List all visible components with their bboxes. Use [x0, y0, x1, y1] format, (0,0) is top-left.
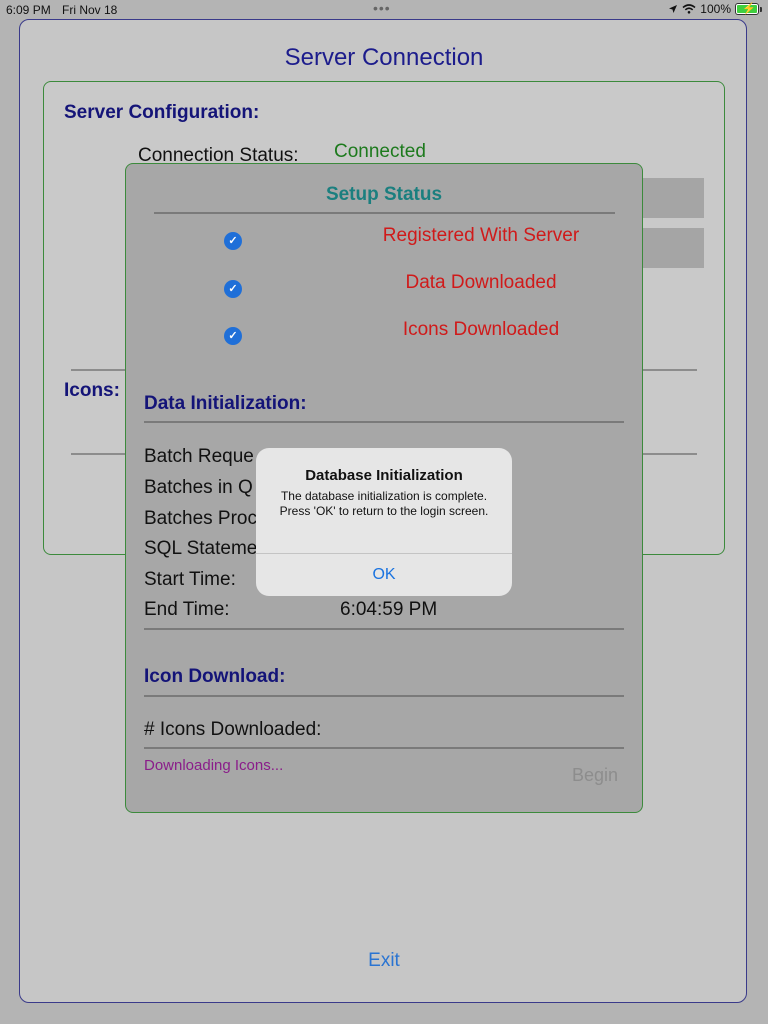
ok-button[interactable]: OK	[256, 554, 512, 596]
page-title: Server Connection	[284, 44, 484, 71]
setup-status-title: Setup Status	[325, 184, 443, 205]
downloading-status: Downloading Icons...	[144, 757, 284, 774]
batches-in-queue-label: Batches in Q	[144, 477, 253, 498]
status-date: Fri Nov 18	[62, 3, 118, 17]
config-field-2[interactable]	[642, 228, 704, 268]
end-time-value: 6:04:59 PM	[340, 599, 438, 620]
icons-section-label: Icons:	[64, 380, 120, 401]
checkmark-circle-icon: ✓	[224, 280, 242, 298]
divider	[144, 695, 624, 697]
divider	[144, 421, 624, 423]
status-data-downloaded: Data Downloaded	[405, 272, 557, 293]
multitasking-dots-icon[interactable]: •••	[373, 0, 391, 16]
battery-percent: 100%	[700, 2, 731, 16]
location-arrow-icon	[669, 5, 678, 13]
checkmark-circle-icon: ✓	[224, 327, 242, 345]
connection-status-value: Connected	[334, 141, 426, 162]
start-time-label: Start Time:	[144, 569, 236, 590]
end-time-label: End Time:	[144, 599, 230, 620]
divider	[154, 212, 615, 214]
status-right-group: 100% ⚡	[668, 2, 762, 16]
alert-title: Database Initialization	[305, 467, 463, 484]
battery-tip	[760, 6, 762, 12]
status-bar: 6:09 PM Fri Nov 18 ••• 100% ⚡	[0, 0, 768, 20]
sql-statements-label: SQL Stateme	[144, 538, 258, 559]
wifi-icon	[682, 4, 696, 14]
icons-downloaded-label: # Icons Downloaded:	[144, 719, 322, 740]
config-field-1[interactable]	[642, 178, 704, 218]
database-initialization-alert: Database Initialization The database ini…	[256, 448, 512, 596]
status-time: 6:09 PM	[6, 3, 51, 17]
alert-message: The database initialization is complete.…	[279, 489, 489, 518]
begin-button[interactable]: Begin	[572, 765, 618, 786]
battery-icon: ⚡	[735, 3, 759, 15]
batches-processed-label: Batches Proc	[144, 508, 257, 529]
data-initialization-title: Data Initialization:	[144, 393, 307, 414]
divider	[144, 747, 624, 749]
status-registered-with-server: Registered With Server	[382, 225, 580, 246]
checkmark-circle-icon: ✓	[224, 232, 242, 250]
batch-requests-label: Batch Reque	[144, 446, 254, 467]
icon-download-title: Icon Download:	[144, 666, 286, 687]
divider	[144, 628, 624, 630]
status-icons-downloaded: Icons Downloaded	[402, 319, 560, 340]
exit-button[interactable]: Exit	[0, 950, 768, 972]
server-configuration-title: Server Configuration:	[64, 102, 260, 123]
